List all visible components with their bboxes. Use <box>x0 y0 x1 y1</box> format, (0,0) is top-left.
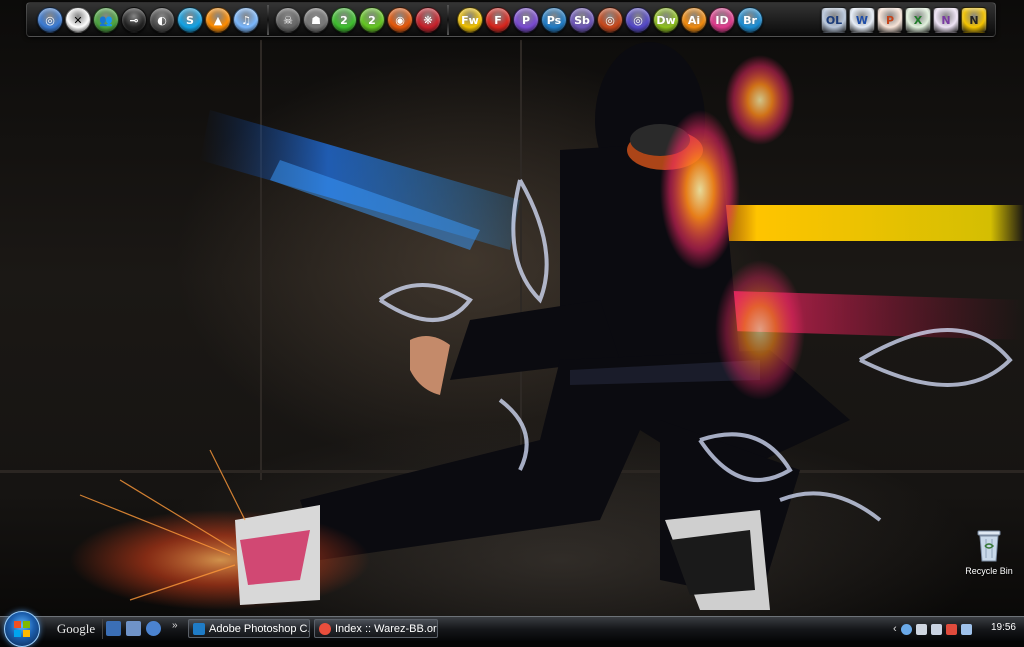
taskbar-button-label: Index :: Warez-BB.or... <box>335 622 438 635</box>
illustrator-icon[interactable]: Ai <box>681 7 707 33</box>
crysis-icon[interactable]: ☗ <box>303 7 329 33</box>
dreamweaver-icon[interactable]: Dw <box>653 7 679 33</box>
dock-group-games: ☠ ☗ 2 2 ◉ ❋ <box>275 6 441 34</box>
volume-icon[interactable] <box>960 623 972 635</box>
norton-icon[interactable]: N <box>961 7 987 33</box>
flash-icon[interactable]: F <box>485 7 511 33</box>
photoshop-glyph: Ps <box>546 13 562 27</box>
tray-expand-button[interactable]: ‹ <box>893 623 897 635</box>
game-2-alt-icon[interactable]: 2 <box>359 7 385 33</box>
recycle-bin-label: Recycle Bin <box>965 566 1013 576</box>
xfire-glyph: ✕ <box>73 13 83 27</box>
dock-group-adobe: Fw F P Ps Sb ◎ ◎ Dw Ai ID Br <box>457 6 763 34</box>
quick-launch <box>106 621 161 636</box>
network-icon[interactable] <box>900 623 912 635</box>
flash-glyph: F <box>494 13 502 27</box>
bug-app-glyph: ❋ <box>423 13 433 27</box>
powerpoint-glyph: P <box>885 13 895 27</box>
outlook-glyph: OL <box>825 13 843 27</box>
soundbooth-glyph: Sb <box>574 13 590 27</box>
recycle-bin-icon <box>976 528 1002 562</box>
xfire-icon[interactable]: ✕ <box>65 7 91 33</box>
windows-logo-icon <box>14 621 30 637</box>
game-2-alt-glyph: 2 <box>368 13 376 27</box>
word-glyph: W <box>855 13 869 27</box>
safari-glyph: ◎ <box>45 13 55 27</box>
itunes-glyph: ♫ <box>241 13 251 27</box>
game-2-glyph: 2 <box>340 13 348 27</box>
messenger-glyph: 👥 <box>99 13 113 27</box>
onenote-icon[interactable]: N <box>933 7 959 33</box>
desktop-wallpaper <box>0 0 1024 616</box>
dock-group-apps: ◎ ✕ 👥 ⊸ ◐ S ▲ ♫ <box>37 6 259 34</box>
outlook-icon[interactable]: OL <box>821 7 847 33</box>
bug-app-icon[interactable]: ❋ <box>415 7 441 33</box>
top-dock: ◎ ✕ 👥 ⊸ ◐ S ▲ ♫ ☠ ☗ 2 2 ◉ ❋ Fw F P Ps Sb ◎ ◎ Dw Ai ID Br OL W P X… <box>26 2 996 37</box>
skype-glyph: S <box>186 13 194 27</box>
taskbar-button-browser[interactable]: Index :: Warez-BB.or... <box>314 619 438 638</box>
vlc-glyph: ▲ <box>213 13 223 27</box>
fireworks-glyph: Fw <box>461 13 479 27</box>
skype-icon[interactable]: S <box>177 7 203 33</box>
flash-catalyst-glyph: ◎ <box>605 13 615 27</box>
bridge-glyph: Br <box>743 13 757 27</box>
crysis-glyph: ☗ <box>311 13 321 27</box>
indesign-glyph: ID <box>715 13 729 27</box>
excel-icon[interactable]: X <box>905 7 931 33</box>
dock-separator <box>267 5 269 35</box>
premiere-icon[interactable]: P <box>513 7 539 33</box>
indesign-icon[interactable]: ID <box>709 7 735 33</box>
onenote-glyph: N <box>941 13 951 27</box>
switch-windows-icon[interactable] <box>126 621 141 636</box>
photoshop-icon[interactable]: Ps <box>541 7 567 33</box>
wallpaper-art <box>0 40 1024 610</box>
itunes-icon[interactable]: ♫ <box>233 7 259 33</box>
vlc-icon[interactable]: ▲ <box>205 7 231 33</box>
chrome-icon <box>319 622 331 635</box>
dreamweaver-glyph: Dw <box>656 13 676 27</box>
powerpoint-icon[interactable]: P <box>877 7 903 33</box>
contribute-icon[interactable]: ◎ <box>625 7 651 33</box>
system-clock[interactable]: 19:56 <box>991 622 1016 633</box>
contribute-glyph: ◎ <box>633 13 643 27</box>
steam-icon[interactable]: ⊸ <box>121 7 147 33</box>
game-shortcut-icon[interactable]: ☠ <box>275 7 301 33</box>
dock-separator <box>447 5 449 35</box>
show-desktop-icon[interactable] <box>106 621 121 636</box>
quick-launch-overflow-button[interactable]: » <box>172 620 178 631</box>
premiere-glyph: P <box>521 13 531 27</box>
start-button[interactable] <box>4 611 40 647</box>
soundbooth-icon[interactable]: Sb <box>569 7 595 33</box>
messenger-icon[interactable]: 👥 <box>93 7 119 33</box>
antivirus-icon[interactable] <box>945 623 957 635</box>
recycle-bin[interactable]: Recycle Bin <box>958 528 1020 576</box>
safari-icon[interactable]: ◎ <box>37 7 63 33</box>
taskbar: Google » Adobe Photoshop C... Index :: W… <box>0 611 1024 647</box>
word-icon[interactable]: W <box>849 7 875 33</box>
taskbar-button-photoshop[interactable]: Adobe Photoshop C... <box>188 619 310 638</box>
bridge-icon[interactable]: Br <box>737 7 763 33</box>
fireworks-icon[interactable]: Fw <box>457 7 483 33</box>
norton-glyph: N <box>969 13 979 27</box>
shield-icon[interactable] <box>915 623 927 635</box>
winamp-icon[interactable]: ◐ <box>149 7 175 33</box>
game-2-icon[interactable]: 2 <box>331 7 357 33</box>
winamp-glyph: ◐ <box>157 13 167 27</box>
illustrator-glyph: Ai <box>687 13 701 27</box>
photoshop-icon <box>193 622 205 635</box>
internet-explorer-icon[interactable] <box>146 621 161 636</box>
excel-glyph: X <box>913 13 923 27</box>
flash-catalyst-icon[interactable]: ◎ <box>597 7 623 33</box>
origin-glyph: ◉ <box>395 13 405 27</box>
taskbar-button-label: Adobe Photoshop C... <box>209 622 310 635</box>
game-shortcut-glyph: ☠ <box>283 13 293 27</box>
origin-icon[interactable]: ◉ <box>387 7 413 33</box>
google-deskbar[interactable]: Google <box>50 619 103 639</box>
dock-group-office: OL W P X N N <box>821 6 987 34</box>
monitor-icon[interactable] <box>930 623 942 635</box>
steam-glyph: ⊸ <box>129 13 139 27</box>
